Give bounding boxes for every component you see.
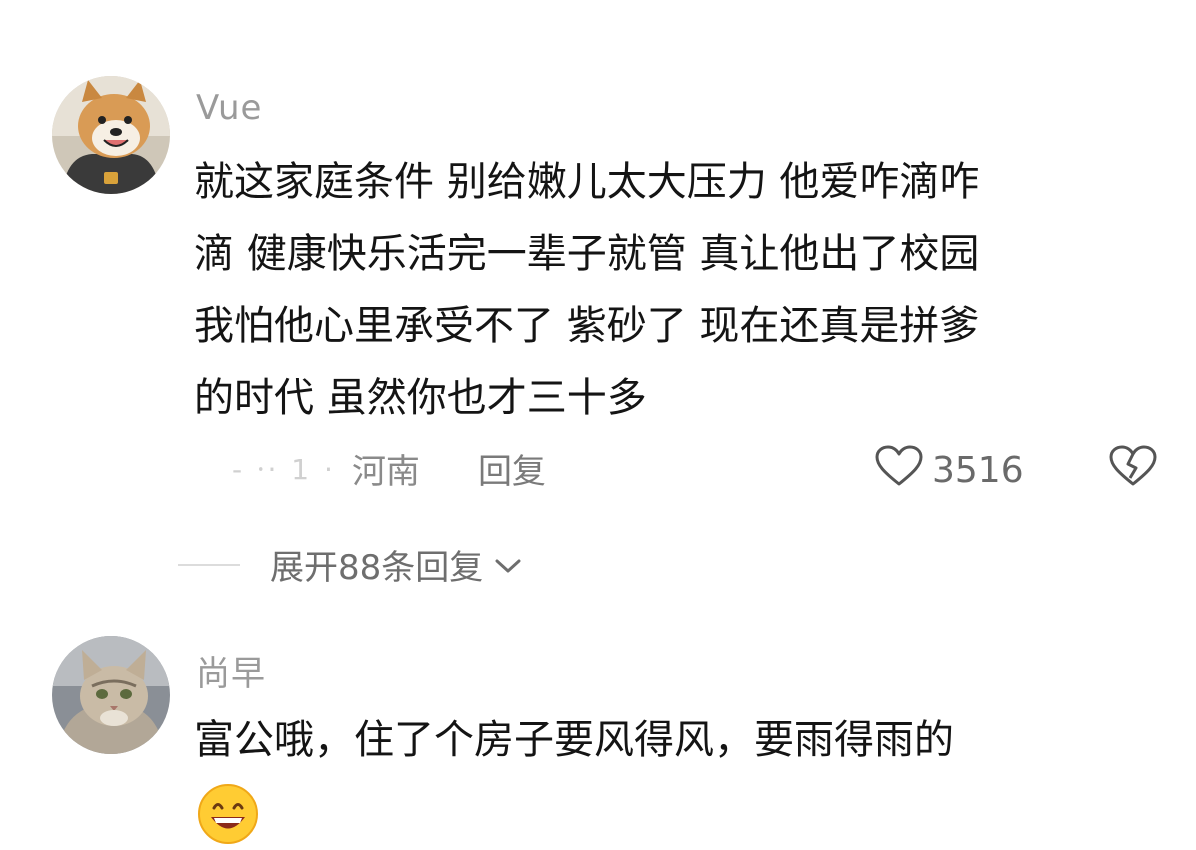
location-label: 河南: [351, 452, 420, 492]
comment-line: 的时代 虽然你也才三十多: [194, 375, 647, 421]
avatar-shiba[interactable]: [52, 76, 170, 194]
comment-line: 滴 健康快乐活完一辈子就管 真让他出了校园: [194, 231, 980, 277]
like-button[interactable]: 3516: [874, 444, 1024, 497]
timestamp: - ⸱· 1 ·: [232, 452, 336, 486]
comment-meta: - ⸱· 1 · 河南 回复: [232, 444, 546, 493]
username[interactable]: Vue: [196, 88, 262, 128]
chevron-down-icon: [483, 545, 523, 585]
comment-line: 就这家庭条件 别给嫩儿太大压力 他爱咋滴咋: [194, 159, 980, 205]
heart-outline-icon: [874, 444, 932, 497]
comment-text: 富公哦，住了个房子要风得风，要雨得雨的: [194, 704, 954, 776]
comment-text: 就这家庭条件 别给嫩儿太大压力 他爱咋滴咋 滴 健康快乐活完一辈子就管 真让他出…: [194, 146, 979, 434]
reply-button[interactable]: 回复: [478, 444, 546, 493]
avatar-cat[interactable]: [52, 636, 170, 754]
like-count: 3516: [932, 450, 1024, 491]
dislike-button[interactable]: [1108, 444, 1158, 492]
divider-dash: [178, 563, 240, 566]
comment-line: 我怕他心里承受不了 紫砂了 现在还真是拼爹: [194, 303, 980, 349]
grinning-face-emoji: [194, 782, 262, 848]
expand-replies-button[interactable]: 展开88条回复: [178, 540, 523, 589]
broken-heart-icon: [1108, 445, 1158, 492]
comment-line: 富公哦，住了个房子要风得风，要雨得雨的: [194, 717, 954, 763]
username[interactable]: 尚早: [196, 646, 266, 695]
expand-replies-label: 展开88条回复: [270, 548, 484, 588]
